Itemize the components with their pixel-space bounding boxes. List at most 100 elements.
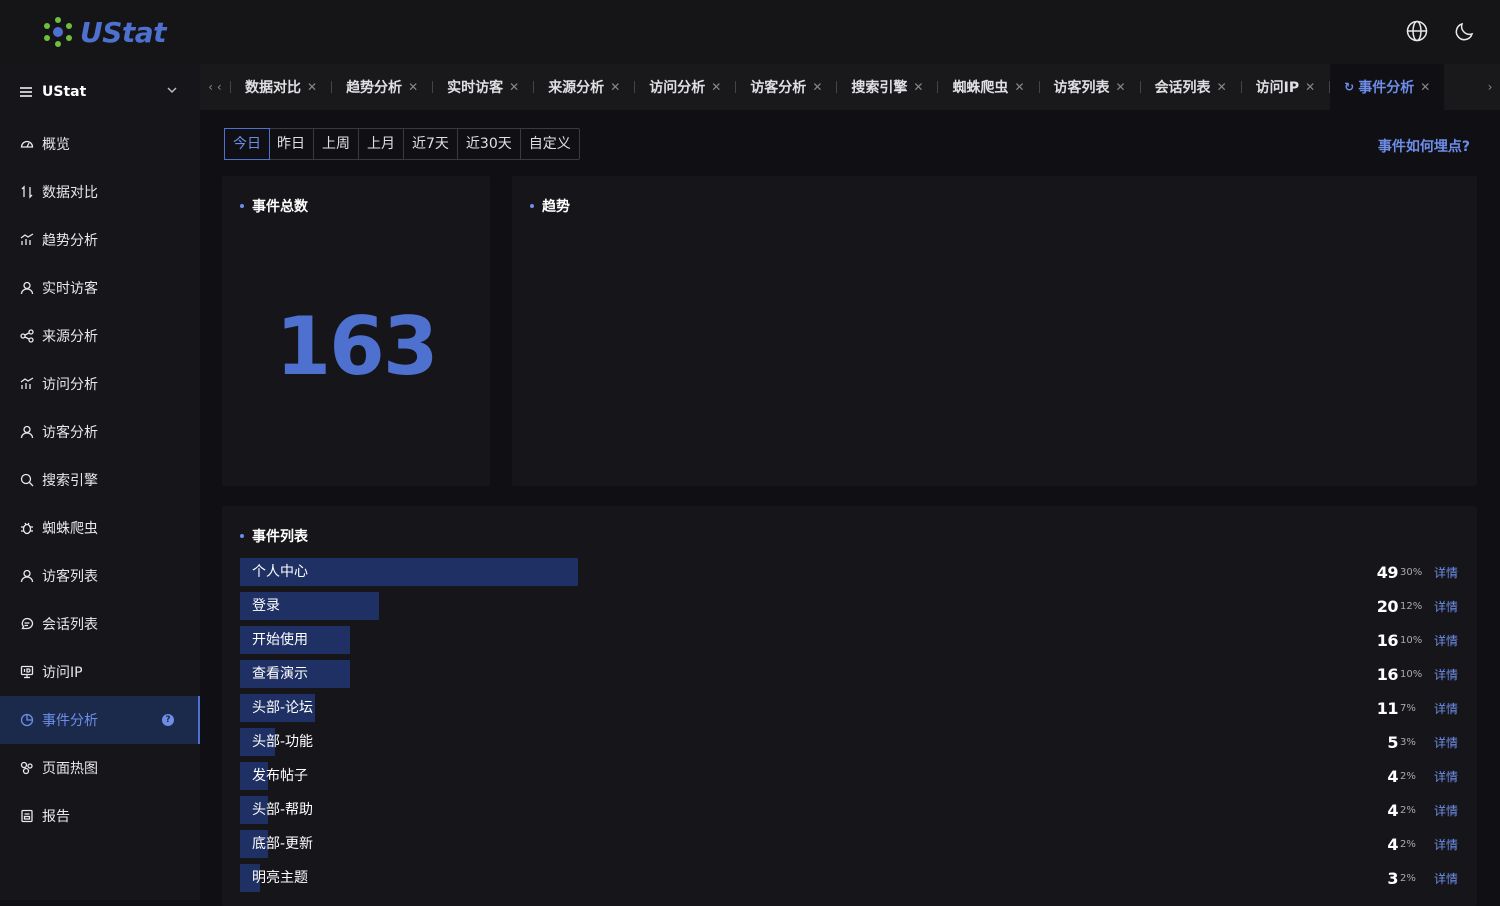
- close-icon[interactable]: ✕: [1014, 80, 1024, 94]
- event-name: 底部-更新: [252, 836, 314, 852]
- tab[interactable]: 访问IP ✕: [1242, 64, 1330, 110]
- close-icon[interactable]: ✕: [1217, 80, 1227, 94]
- event-name: 查看演示: [252, 666, 308, 682]
- tab[interactable]: 趋势分析 ✕: [332, 64, 432, 110]
- tab[interactable]: ↻ 事件分析 ✕: [1330, 64, 1445, 110]
- tab[interactable]: 来源分析 ✕: [534, 64, 634, 110]
- sidebar-item-label: 报告: [42, 809, 70, 825]
- close-icon[interactable]: ✕: [1305, 80, 1315, 94]
- range-option[interactable]: 近30天: [458, 129, 521, 159]
- event-count: 16: [1376, 664, 1399, 684]
- sidebar-item[interactable]: 数据对比: [0, 168, 200, 216]
- event-detail-link[interactable]: 详情: [1434, 564, 1460, 581]
- search-icon: [20, 473, 34, 487]
- heatmap-icon: [20, 761, 34, 775]
- dashboard-icon: [20, 137, 34, 151]
- tab[interactable]: 实时访客 ✕: [433, 64, 533, 110]
- brand-name: UStat: [80, 15, 167, 49]
- event-percent: 30%: [1400, 566, 1423, 578]
- event-row: 发布帖子 4 2% 详情: [240, 760, 1460, 794]
- trend-card: 趋势: [512, 176, 1477, 486]
- sidebar-item[interactable]: 搜索引擎: [0, 456, 200, 504]
- range-option[interactable]: 今日: [224, 128, 270, 160]
- sidebar-item[interactable]: 访客列表: [0, 552, 200, 600]
- sidebar-item[interactable]: 趋势分析: [0, 216, 200, 264]
- tab[interactable]: 搜索引擎 ✕: [837, 64, 937, 110]
- event-percent: 2%: [1400, 770, 1416, 782]
- tab-label: 会话列表: [1154, 80, 1211, 96]
- tab[interactable]: 访客列表 ✕: [1040, 64, 1140, 110]
- sidebar-item[interactable]: 来源分析: [0, 312, 200, 360]
- ip-icon: [20, 665, 34, 679]
- tab-scroll-right[interactable]: ›: [1480, 80, 1500, 94]
- sidebar-item[interactable]: 页面热图: [0, 744, 200, 792]
- sidebar-item[interactable]: 访问分析: [0, 360, 200, 408]
- theme-toggle-button[interactable]: [1452, 18, 1478, 44]
- sidebar-item[interactable]: 蜘蛛爬虫: [0, 504, 200, 552]
- language-button[interactable]: [1404, 18, 1430, 44]
- range-option[interactable]: 近7天: [404, 129, 458, 159]
- event-detail-link[interactable]: 详情: [1434, 836, 1460, 853]
- event-count: 4: [1387, 834, 1398, 854]
- range-option[interactable]: 上周: [314, 129, 359, 159]
- close-icon[interactable]: ✕: [913, 80, 923, 94]
- event-name: 头部-帮助: [252, 802, 314, 818]
- event-row: 查看演示 16 10% 详情: [240, 658, 1460, 692]
- close-icon[interactable]: ✕: [1420, 80, 1430, 94]
- sidebar-item[interactable]: 概览: [0, 120, 200, 168]
- total-events-value: 163: [275, 300, 439, 393]
- event-detail-link[interactable]: 详情: [1434, 802, 1460, 819]
- site-selector[interactable]: UStat: [0, 64, 200, 120]
- sidebar-item[interactable]: 实时访客: [0, 264, 200, 312]
- tab[interactable]: 数据对比 ✕: [231, 64, 331, 110]
- event-name: 头部-功能: [252, 734, 314, 750]
- event-detail-link[interactable]: 详情: [1434, 734, 1460, 751]
- event-detail-link[interactable]: 详情: [1434, 870, 1460, 887]
- globe-icon: [1406, 20, 1428, 42]
- range-option[interactable]: 上月: [359, 129, 404, 159]
- trend-icon: [20, 377, 34, 391]
- event-detail-link[interactable]: 详情: [1434, 632, 1460, 649]
- menu-icon: [20, 87, 32, 97]
- close-icon[interactable]: ✕: [1116, 80, 1126, 94]
- tab-scroll-left[interactable]: ‹ ‹: [200, 64, 230, 110]
- moon-icon: [1455, 22, 1474, 41]
- sidebar-item[interactable]: 报告: [0, 792, 200, 840]
- sidebar-item[interactable]: 访客分析: [0, 408, 200, 456]
- event-name: 头部-论坛: [252, 700, 314, 716]
- close-icon[interactable]: ✕: [812, 80, 822, 94]
- close-icon[interactable]: ✕: [509, 80, 519, 94]
- event-row: 底部-更新 4 2% 详情: [240, 828, 1460, 862]
- event-detail-link[interactable]: 详情: [1434, 700, 1460, 717]
- bug-icon: [20, 521, 34, 535]
- sidebar-item[interactable]: 事件分析?: [0, 696, 200, 744]
- chevron-down-icon: [167, 87, 177, 94]
- help-icon[interactable]: ?: [162, 714, 174, 726]
- close-icon[interactable]: ✕: [307, 80, 317, 94]
- tab[interactable]: 蜘蛛爬虫 ✕: [938, 64, 1038, 110]
- event-detail-link[interactable]: 详情: [1434, 768, 1460, 785]
- range-option[interactable]: 自定义: [521, 129, 579, 159]
- tab[interactable]: 会话列表 ✕: [1141, 64, 1241, 110]
- howto-link[interactable]: 事件如何埋点?: [1378, 136, 1470, 156]
- sidebar-item[interactable]: 访问IP: [0, 648, 200, 696]
- sidebar-item-label: 访客列表: [42, 569, 98, 585]
- close-icon[interactable]: ✕: [610, 80, 620, 94]
- range-option[interactable]: 昨日: [269, 129, 314, 159]
- sidebar-item[interactable]: 会话列表: [0, 600, 200, 648]
- close-icon[interactable]: ✕: [711, 80, 721, 94]
- top-bar: UStat: [0, 0, 1500, 64]
- close-icon[interactable]: ✕: [408, 80, 418, 94]
- sidebar-item-label: 访客分析: [42, 425, 98, 441]
- sidebar-item-label: 来源分析: [42, 329, 98, 345]
- logo[interactable]: UStat: [40, 14, 167, 50]
- refresh-icon[interactable]: ↻: [1344, 80, 1354, 94]
- sidebar-item-label: 访问IP: [42, 665, 83, 681]
- event-count: 11: [1376, 698, 1399, 718]
- tab[interactable]: 访客分析 ✕: [736, 64, 836, 110]
- event-detail-link[interactable]: 详情: [1434, 598, 1460, 615]
- tab-label: 蜘蛛爬虫: [952, 80, 1009, 96]
- event-detail-link[interactable]: 详情: [1434, 666, 1460, 683]
- share-icon: [20, 329, 34, 343]
- tab[interactable]: 访问分析 ✕: [635, 64, 735, 110]
